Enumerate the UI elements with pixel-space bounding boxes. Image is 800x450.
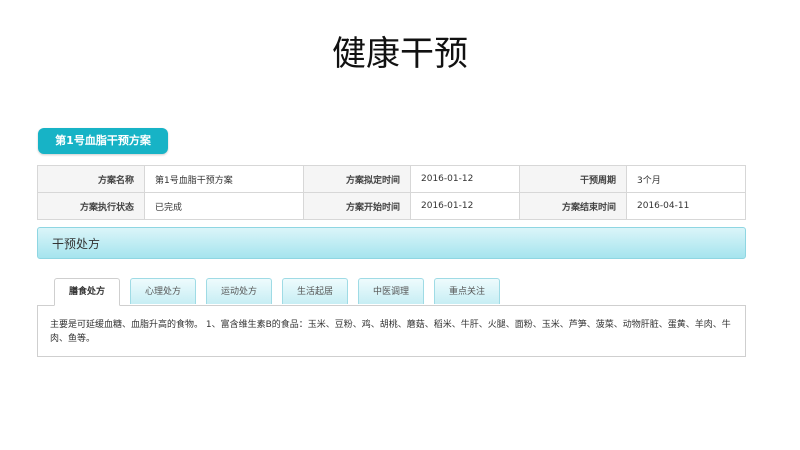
plan-start-time-value: 2016-01-12 [410, 192, 520, 220]
page-title: 健康干预 [332, 34, 468, 74]
plan-end-time-value: 2016-04-11 [626, 192, 746, 220]
intervention-period-value: 3个月 [626, 165, 746, 193]
plan-start-time-label: 方案开始时间 [303, 192, 411, 220]
tab-diet[interactable]: 膳食处方 [54, 278, 120, 306]
tab-content-panel: 主要是可延缓血糖、血脂升高的食物。 1、富含维生素B的食品：玉米、豆粉、鸡、胡桃… [37, 305, 746, 357]
plan-badge: 第1号血脂干预方案 [38, 128, 168, 154]
section-header-prescription: 干预处方 [37, 227, 746, 259]
table-row: 方案名称 第1号血脂干预方案 方案拟定时间 2016-01-12 干预周期 3个… [37, 165, 746, 193]
table-row: 方案执行状态 已完成 方案开始时间 2016-01-12 方案结束时间 2016… [37, 192, 746, 220]
plan-name-value: 第1号血脂干预方案 [144, 165, 304, 193]
plan-status-value: 已完成 [144, 192, 304, 220]
diet-prescription-text: 主要是可延缓血糖、血脂升高的食物。 1、富含维生素B的食品：玉米、豆粉、鸡、胡桃… [50, 320, 731, 344]
plan-name-label: 方案名称 [37, 165, 145, 193]
tab-tcm[interactable]: 中医调理 [358, 278, 424, 304]
intervention-period-label: 干预周期 [519, 165, 627, 193]
section-title: 干预处方 [52, 237, 101, 251]
plan-status-label: 方案执行状态 [37, 192, 145, 220]
plan-draft-time-value: 2016-01-12 [410, 165, 520, 193]
tab-key-focus[interactable]: 重点关注 [434, 278, 500, 304]
tab-daily-life[interactable]: 生活起居 [282, 278, 348, 304]
plan-info-table: 方案名称 第1号血脂干预方案 方案拟定时间 2016-01-12 干预周期 3个… [37, 165, 746, 220]
plan-end-time-label: 方案结束时间 [519, 192, 627, 220]
plan-draft-time-label: 方案拟定时间 [303, 165, 411, 193]
tab-exercise[interactable]: 运动处方 [206, 278, 272, 304]
tab-psychology[interactable]: 心理处方 [130, 278, 196, 304]
